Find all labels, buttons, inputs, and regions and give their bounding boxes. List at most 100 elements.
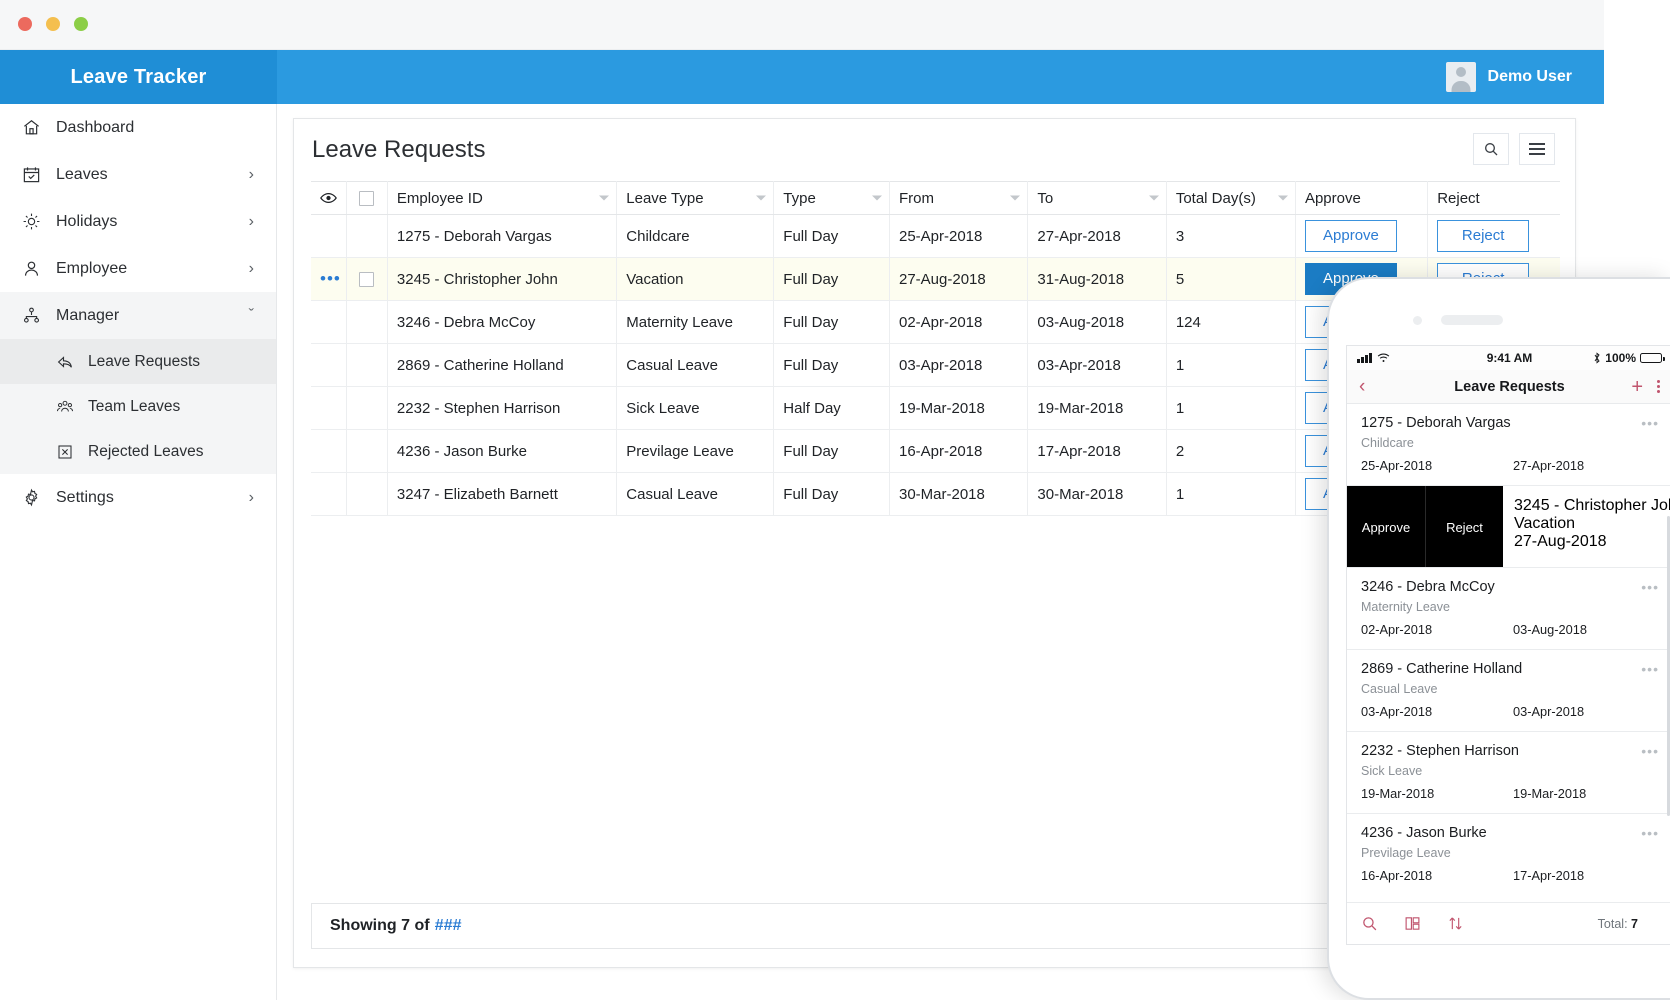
cell-type: Half Day — [773, 386, 890, 430]
list-item-overflow-icon[interactable]: ••• — [1641, 416, 1659, 430]
list-item-to: 03-Apr-2018 — [1513, 704, 1585, 719]
list-item-name: 4236 - Jason Burke — [1361, 825, 1487, 841]
cell-leave-type: Vacation — [616, 257, 775, 301]
list-item-swiped[interactable]: Approve Reject 3245 - Christopher John V… — [1347, 486, 1670, 568]
row-select-cell[interactable] — [346, 257, 388, 301]
row-actions-cell[interactable] — [311, 300, 347, 344]
list-item[interactable]: 2869 - Catherine Holland Casual Leave 03… — [1347, 650, 1670, 732]
sidebar-item-leave-requests[interactable]: Leave Requests — [0, 339, 276, 384]
columns-icon[interactable] — [1404, 915, 1421, 932]
sort-caret-icon[interactable] — [1277, 195, 1288, 201]
sort-caret-icon[interactable] — [599, 195, 610, 201]
sort-arrows-icon[interactable] — [1447, 915, 1464, 932]
phone-status-bar: 9:41 AM 100% — [1347, 346, 1670, 370]
list-item[interactable]: 3246 - Debra McCoy Maternity Leave 02-Ap… — [1347, 568, 1670, 650]
cell-approve: Approve — [1295, 214, 1429, 258]
column-header-visibility[interactable] — [311, 181, 347, 215]
phone-list[interactable]: 1275 - Deborah Vargas Childcare 25-Apr-2… — [1347, 404, 1670, 886]
cell-total-days: 1 — [1166, 343, 1296, 387]
minimize-window-button[interactable] — [46, 17, 60, 31]
sidebar-item-employee[interactable]: Employee › — [0, 245, 276, 292]
column-label: Reject — [1437, 189, 1480, 207]
row-select-cell[interactable] — [346, 386, 388, 430]
search-icon — [1483, 141, 1499, 157]
cell-total-days: 124 — [1166, 300, 1296, 344]
row-select-cell[interactable] — [346, 429, 388, 473]
close-window-button[interactable] — [18, 17, 32, 31]
gear-icon — [22, 487, 48, 509]
row-actions-cell[interactable] — [311, 429, 347, 473]
column-label: Type — [783, 189, 816, 207]
hamburger-icon — [1529, 140, 1545, 158]
app-brand: Leave Tracker — [0, 50, 277, 104]
sidebar-item-label: Settings — [56, 488, 114, 506]
table-row[interactable]: 1275 - Deborah Vargas Childcare Full Day… — [311, 214, 1560, 258]
row-select-cell[interactable] — [346, 300, 388, 344]
sidebar-item-leaves[interactable]: Leaves › — [0, 151, 276, 198]
sidebar-item-settings[interactable]: Settings › — [0, 474, 276, 521]
row-checkbox[interactable] — [359, 272, 375, 288]
sidebar-item-dashboard[interactable]: Dashboard — [0, 104, 276, 151]
column-header-from[interactable]: From — [889, 181, 1029, 215]
list-item-leave-type: Casual Leave — [1361, 682, 1438, 696]
sidebar-item-holidays[interactable]: Holidays › — [0, 198, 276, 245]
user-menu[interactable]: Demo User — [1445, 50, 1572, 104]
column-header-total-days[interactable]: Total Day(s) — [1166, 181, 1296, 215]
row-actions-cell[interactable]: ••• — [311, 257, 347, 301]
cell-leave-type: Childcare — [616, 214, 775, 258]
sort-caret-icon[interactable] — [1010, 195, 1021, 201]
plus-icon[interactable]: + — [1631, 377, 1643, 397]
phone-navbar: ‹ Leave Requests + — [1347, 370, 1670, 404]
swipe-reject-button[interactable]: Reject — [1425, 486, 1503, 567]
column-header-leave-type[interactable]: Leave Type — [616, 181, 775, 215]
list-item-to: 03-Aug-2018 — [1513, 622, 1587, 637]
list-item[interactable]: 1275 - Deborah Vargas Childcare 25-Apr-2… — [1347, 404, 1670, 486]
row-actions-cell[interactable] — [311, 343, 347, 387]
row-actions-cell[interactable] — [311, 472, 347, 516]
sort-caret-icon[interactable] — [871, 195, 882, 201]
list-item-content[interactable]: 3245 - Christopher John Vacation 27-Aug-… — [1504, 486, 1670, 567]
list-item[interactable]: 2232 - Stephen Harrison Sick Leave 19-Ma… — [1347, 732, 1670, 814]
menu-button[interactable] — [1519, 133, 1555, 165]
column-header-to[interactable]: To — [1027, 181, 1167, 215]
row-actions-cell[interactable] — [311, 386, 347, 430]
window-traffic-lights — [18, 17, 88, 31]
list-item-overflow-icon[interactable]: ••• — [1641, 580, 1659, 594]
cell-to: 30-Mar-2018 — [1027, 472, 1167, 516]
select-all-checkbox[interactable] — [359, 191, 375, 207]
column-header-type[interactable]: Type — [773, 181, 890, 215]
cell-type: Full Day — [773, 214, 890, 258]
vertical-dots-icon[interactable] — [1657, 378, 1660, 395]
row-select-cell[interactable] — [346, 214, 388, 258]
cell-employee: 2869 - Catherine Holland — [387, 343, 618, 387]
sidebar-item-manager[interactable]: Manager ˇ — [0, 292, 276, 339]
swipe-approve-button[interactable]: Approve — [1347, 486, 1425, 567]
table-header-row: Employee ID Leave Type Type From To Tota… — [311, 181, 1560, 215]
sidebar-item-rejected-leaves[interactable]: Rejected Leaves — [0, 429, 276, 474]
column-header-employee-id[interactable]: Employee ID — [387, 181, 618, 215]
reject-button[interactable]: Reject — [1437, 220, 1530, 252]
list-item-overflow-icon[interactable]: ••• — [1641, 662, 1659, 676]
sort-caret-icon[interactable] — [756, 195, 767, 201]
search-button[interactable] — [1473, 133, 1509, 165]
row-select-cell[interactable] — [346, 343, 388, 387]
phone-mockup: 9:41 AM 100% ‹ Leave Requests + 1275 - D… — [1327, 277, 1670, 1000]
list-item-overflow-icon[interactable]: ••• — [1641, 826, 1659, 840]
list-item-leave-type: Sick Leave — [1361, 764, 1423, 778]
sort-caret-icon[interactable] — [1148, 195, 1159, 201]
row-select-cell[interactable] — [346, 472, 388, 516]
search-icon[interactable] — [1361, 915, 1378, 932]
cell-from: 27-Aug-2018 — [889, 257, 1029, 301]
row-actions-cell[interactable] — [311, 214, 347, 258]
maximize-window-button[interactable] — [74, 17, 88, 31]
row-overflow-icon[interactable]: ••• — [320, 269, 341, 288]
sidebar-item-team-leaves[interactable]: Team Leaves — [0, 384, 276, 429]
cell-employee: 3245 - Christopher John — [387, 257, 618, 301]
approve-button[interactable]: Approve — [1304, 220, 1397, 252]
column-header-select-all[interactable] — [346, 181, 388, 215]
chevron-right-icon: › — [248, 212, 254, 230]
column-header-reject: Reject — [1427, 181, 1560, 215]
list-item[interactable]: 4236 - Jason Burke Previlage Leave 16-Ap… — [1347, 814, 1670, 886]
total-count-placeholder: ### — [434, 917, 462, 934]
list-item-overflow-icon[interactable]: ••• — [1641, 744, 1659, 758]
